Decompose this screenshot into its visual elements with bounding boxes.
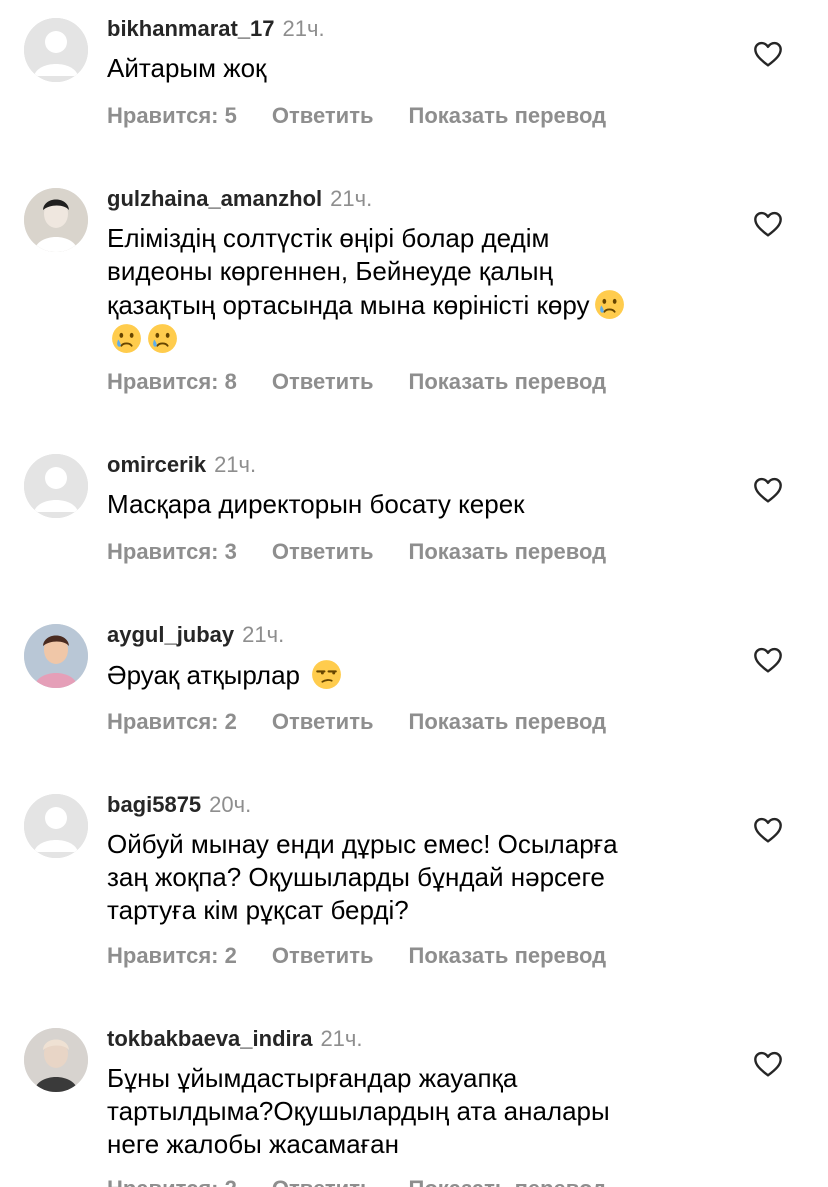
comment-meta: gulzhaina_amanzhol 21ч.: [107, 186, 727, 212]
likes-count-button[interactable]: Нравится: 2: [107, 709, 237, 735]
avatar[interactable]: [24, 1028, 88, 1092]
comment-meta: bikhanmarat_17 21ч.: [107, 16, 727, 42]
comment-text: Еліміздің солтүстік өңірі болар дедім ви…: [107, 222, 727, 356]
comment-text: Бұны ұйымдастырғандар жауапқа тартылдыма…: [107, 1063, 610, 1159]
crying-face-emoji: [148, 324, 177, 353]
comment-timestamp: 21ч.: [330, 186, 373, 211]
likes-count-button[interactable]: Нравится: 3: [107, 539, 237, 565]
comment-text: Ойбуй мынау енди дұрыс емес! Осыларға за…: [107, 829, 618, 925]
comment-timestamp: 21ч.: [242, 622, 285, 647]
heart-outline-icon[interactable]: [752, 814, 784, 846]
avatar[interactable]: [24, 188, 88, 252]
heart-outline-icon[interactable]: [752, 38, 784, 70]
heart-outline-icon[interactable]: [752, 208, 784, 240]
reply-button[interactable]: Ответить: [272, 709, 374, 735]
comment-actions: Нравится: 5 Ответить Показать перевод: [107, 103, 606, 129]
crying-face-emoji: [112, 324, 141, 353]
avatar[interactable]: [24, 624, 88, 688]
unamused-face-emoji: [312, 660, 342, 689]
comment-text: Масқара директорын босату керек: [107, 489, 525, 519]
likes-count-button[interactable]: Нравится: 8: [107, 369, 237, 395]
comment-actions: Нравится: 2 Ответить Показать перевод: [107, 943, 606, 969]
comment-username[interactable]: tokbakbaeva_indira: [107, 1026, 312, 1051]
comment-timestamp: 20ч.: [209, 792, 252, 817]
comment-username[interactable]: gulzhaina_amanzhol: [107, 186, 322, 211]
comment-body: bikhanmarat_17 21ч. Айтарым жоқ: [107, 16, 727, 85]
comment-meta: omircerik 21ч.: [107, 452, 727, 478]
comment-body: tokbakbaeva_indira 21ч. Бұны ұйымдастырған…: [107, 1026, 727, 1161]
show-translation-button[interactable]: Показать перевод: [409, 369, 607, 395]
comment-timestamp: 21ч.: [214, 452, 257, 477]
comment-actions: Нравится: 2 Ответить Показать перевод: [107, 1176, 606, 1187]
comment-timestamp: 21ч.: [282, 16, 325, 41]
avatar[interactable]: [24, 454, 88, 518]
comment-username[interactable]: omircerik: [107, 452, 206, 477]
reply-button[interactable]: Ответить: [272, 1176, 374, 1187]
avatar[interactable]: [24, 18, 88, 82]
avatar[interactable]: [24, 794, 88, 858]
comment-text: Әруақ атқырлар: [107, 658, 727, 692]
heart-outline-icon[interactable]: [752, 644, 784, 676]
comment-meta: bagi5875 20ч.: [107, 792, 727, 818]
heart-outline-icon[interactable]: [752, 474, 784, 506]
reply-button[interactable]: Ответить: [272, 369, 374, 395]
comment-actions: Нравится: 8 Ответить Показать перевод: [107, 369, 606, 395]
heart-outline-icon[interactable]: [752, 1048, 784, 1080]
reply-button[interactable]: Ответить: [272, 539, 374, 565]
comment-body: aygul_jubay 21ч. Әруақ атқырлар: [107, 622, 727, 692]
comment-meta: aygul_jubay 21ч.: [107, 622, 727, 648]
comment-username[interactable]: bagi5875: [107, 792, 201, 817]
comment-body: bagi5875 20ч. Ойбуй мынау енди дұрыс емес!…: [107, 792, 727, 927]
show-translation-button[interactable]: Показать перевод: [409, 709, 607, 735]
show-translation-button[interactable]: Показать перевод: [409, 943, 607, 969]
comment-text: Айтарым жоқ: [107, 53, 267, 83]
comment-actions: Нравится: 3 Ответить Показать перевод: [107, 539, 606, 565]
show-translation-button[interactable]: Показать перевод: [409, 539, 607, 565]
crying-face-emoji: [594, 290, 624, 319]
likes-count-button[interactable]: Нравится: 5: [107, 103, 237, 129]
comment-body: omircerik 21ч. Масқара директорын босату к…: [107, 452, 727, 521]
show-translation-button[interactable]: Показать перевод: [409, 1176, 607, 1187]
comment-username[interactable]: aygul_jubay: [107, 622, 234, 647]
reply-button[interactable]: Ответить: [272, 103, 374, 129]
comment-meta: tokbakbaeva_indira 21ч.: [107, 1026, 727, 1052]
comment-username[interactable]: bikhanmarat_17: [107, 16, 275, 41]
likes-count-button[interactable]: Нравится: 2: [107, 1176, 237, 1187]
comment-actions: Нравится: 2 Ответить Показать перевод: [107, 709, 606, 735]
show-translation-button[interactable]: Показать перевод: [409, 103, 607, 129]
comment-body: gulzhaina_amanzhol 21ч. Еліміздің солтүсті…: [107, 186, 727, 356]
reply-button[interactable]: Ответить: [272, 943, 374, 969]
likes-count-button[interactable]: Нравится: 2: [107, 943, 237, 969]
comment-timestamp: 21ч.: [320, 1026, 363, 1051]
